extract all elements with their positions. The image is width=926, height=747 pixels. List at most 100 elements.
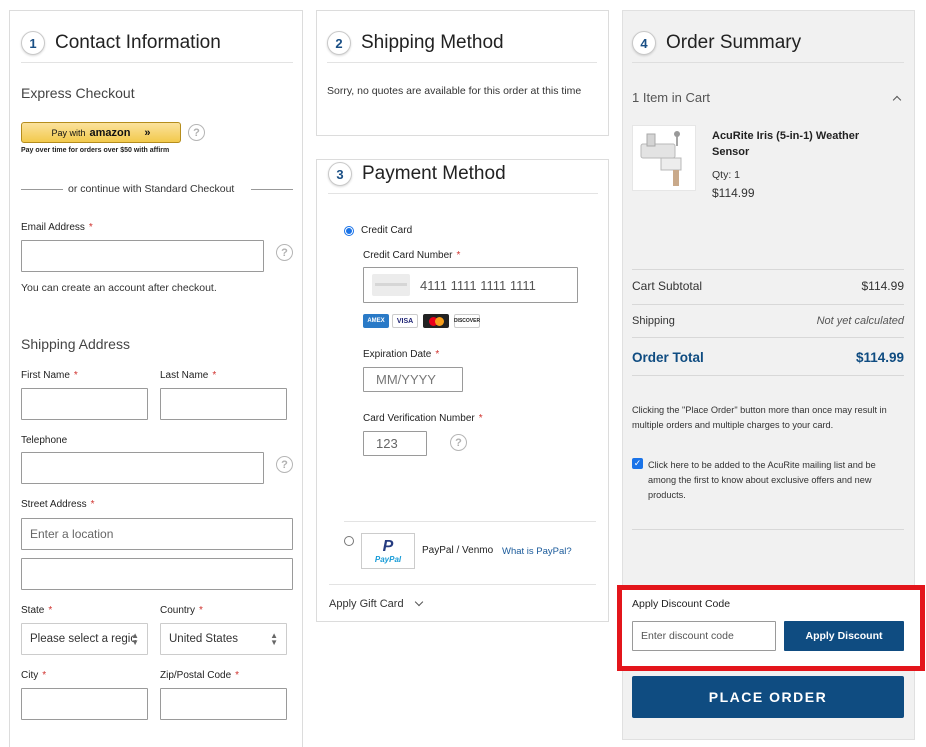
product-qty: Qty: 1 xyxy=(712,169,741,181)
credit-card-radio[interactable] xyxy=(344,226,354,236)
first-name-input[interactable] xyxy=(21,388,148,420)
shipping-step-header: 2 Shipping Method xyxy=(327,31,504,55)
cart-subtotal-row: Cart Subtotal $114.99 xyxy=(632,279,904,293)
account-note: You can create an account after checkout… xyxy=(21,282,217,294)
state-label: State * xyxy=(21,605,53,616)
shipping-method-panel xyxy=(316,10,609,136)
cc-number-value: 4111 1111 1111 1111 xyxy=(420,277,536,293)
amazon-logo: amazon xyxy=(89,126,131,139)
shipping-address-heading: Shipping Address xyxy=(21,336,130,352)
payment-title: Payment Method xyxy=(362,163,506,184)
chevron-up-icon xyxy=(892,95,902,104)
subtotal-divider xyxy=(632,269,904,270)
street-address-input-1[interactable]: Enter a location xyxy=(21,518,293,550)
shipping-divider xyxy=(327,62,597,63)
product-price: $114.99 xyxy=(712,186,755,200)
paypal-radio[interactable] xyxy=(344,536,354,546)
country-select-arrow-icon: ▲ ▼ xyxy=(270,631,278,647)
summary-title: Order Summary xyxy=(666,32,802,53)
step-number-4: 4 xyxy=(632,31,656,55)
telephone-input[interactable] xyxy=(21,452,264,484)
discount-title: Apply Discount Code xyxy=(632,598,731,610)
affirm-note: Pay over time for orders over $50 with a… xyxy=(21,147,169,154)
gift-card-divider xyxy=(329,584,596,585)
cvv-label: Card Verification Number * xyxy=(363,413,483,424)
expiration-input[interactable]: MM/YYYY xyxy=(363,367,463,392)
product-name: AcuRite Iris (5-in-1) Weather Sensor xyxy=(712,130,860,158)
credit-card-radio-dot xyxy=(346,228,352,234)
expiration-label: Expiration Date * xyxy=(363,349,440,360)
city-input[interactable] xyxy=(21,688,148,720)
credit-card-option-label: Credit Card xyxy=(361,225,413,236)
payment-step-header: 3 Payment Method xyxy=(328,162,506,186)
contact-title: Contact Information xyxy=(55,32,221,53)
total-row-divider xyxy=(632,337,904,338)
shipping-label: Shipping xyxy=(632,315,675,327)
street-address-input-2[interactable] xyxy=(21,558,293,590)
state-select-value: Please select a regic xyxy=(30,633,137,645)
gift-card-chevron-down-icon xyxy=(414,597,423,607)
amazon-chevron-icon: » xyxy=(144,126,151,139)
order-total-value: $114.99 xyxy=(855,350,904,365)
continue-standard-text: or continue with Standard Checkout xyxy=(68,183,235,195)
city-label: City * xyxy=(21,670,47,681)
payment-divider xyxy=(328,193,598,194)
order-total-label: Order Total xyxy=(632,350,704,365)
email-label: Email Address * xyxy=(21,222,93,233)
what-is-paypal-link[interactable]: What is PayPal? xyxy=(502,546,572,557)
apply-gift-card-toggle[interactable]: Apply Gift Card xyxy=(329,597,423,610)
summary-divider xyxy=(632,62,904,63)
step-number-1: 1 xyxy=(21,31,45,55)
cart-subtotal-label: Cart Subtotal xyxy=(632,279,703,293)
items-in-cart-label: 1 Item in Cart xyxy=(632,90,711,105)
street-address-label: Street Address * xyxy=(21,499,95,510)
no-quotes-message: Sorry, no quotes are available for this … xyxy=(327,85,582,97)
shipping-row: Shipping Not yet calculated xyxy=(632,315,904,327)
place-order-button[interactable]: PLACE ORDER xyxy=(632,676,904,718)
place-order-warning: Clicking the "Place Order" button more t… xyxy=(632,405,887,430)
apply-gift-card-label: Apply Gift Card xyxy=(329,598,404,610)
zip-label: Zip/Postal Code * xyxy=(160,670,240,681)
affirm-logo: affirm xyxy=(149,147,170,154)
state-select[interactable]: Please select a regic ▲ ▼ xyxy=(21,623,148,655)
country-select[interactable]: United States ▲ ▼ xyxy=(160,623,287,655)
last-name-input[interactable] xyxy=(160,388,287,420)
items-in-cart-toggle[interactable]: 1 Item in Cart xyxy=(632,90,904,105)
continue-line-right xyxy=(251,189,293,190)
amex-logo-icon: AMEX xyxy=(363,314,389,328)
visa-logo-icon: VISA xyxy=(392,314,418,328)
first-name-label: First Name * xyxy=(21,370,78,381)
cart-subtotal-value: $114.99 xyxy=(861,279,905,293)
step-number-2: 2 xyxy=(327,31,351,55)
paypal-logo-icon: P PayPal xyxy=(361,533,415,569)
express-checkout-heading: Express Checkout xyxy=(21,85,135,101)
paypal-logo-text: PayPal xyxy=(374,554,402,564)
contact-divider xyxy=(21,62,293,63)
cvv-help-icon[interactable]: ? xyxy=(450,434,467,451)
country-select-value: United States xyxy=(169,633,239,645)
state-select-arrow-icon: ▲ ▼ xyxy=(131,631,139,647)
shipping-row-divider xyxy=(632,304,904,305)
product-thumbnail xyxy=(632,125,696,191)
last-name-label: Last Name * xyxy=(160,370,217,381)
email-help-icon[interactable]: ? xyxy=(276,244,293,261)
amazon-pay-button[interactable]: Pay with amazon » xyxy=(21,122,181,143)
discount-code-input[interactable]: Enter discount code xyxy=(632,621,776,651)
mailing-bottom-divider xyxy=(632,529,904,530)
affirm-text: Pay over time for orders over $50 with xyxy=(21,147,148,154)
card-chip-icon xyxy=(372,274,410,296)
telephone-help-icon[interactable]: ? xyxy=(276,456,293,473)
cc-number-label: Credit Card Number * xyxy=(363,250,461,261)
amazon-help-icon[interactable]: ? xyxy=(188,124,205,141)
cc-number-input[interactable]: 4111 1111 1111 1111 xyxy=(363,267,578,303)
country-label: Country * xyxy=(160,605,203,616)
apply-discount-button[interactable]: Apply Discount xyxy=(784,621,904,651)
mailing-list-checkbox[interactable]: ✓ xyxy=(632,458,643,469)
mailing-list-label: Click here to be added to the AcuRite ma… xyxy=(648,460,876,500)
amazon-pay-label: Pay with xyxy=(51,127,86,138)
email-input[interactable] xyxy=(21,240,264,272)
cvv-input[interactable]: 123 xyxy=(363,431,427,456)
total-bottom-divider xyxy=(632,375,904,376)
zip-input[interactable] xyxy=(160,688,287,720)
weather-sensor-icon xyxy=(640,131,682,186)
